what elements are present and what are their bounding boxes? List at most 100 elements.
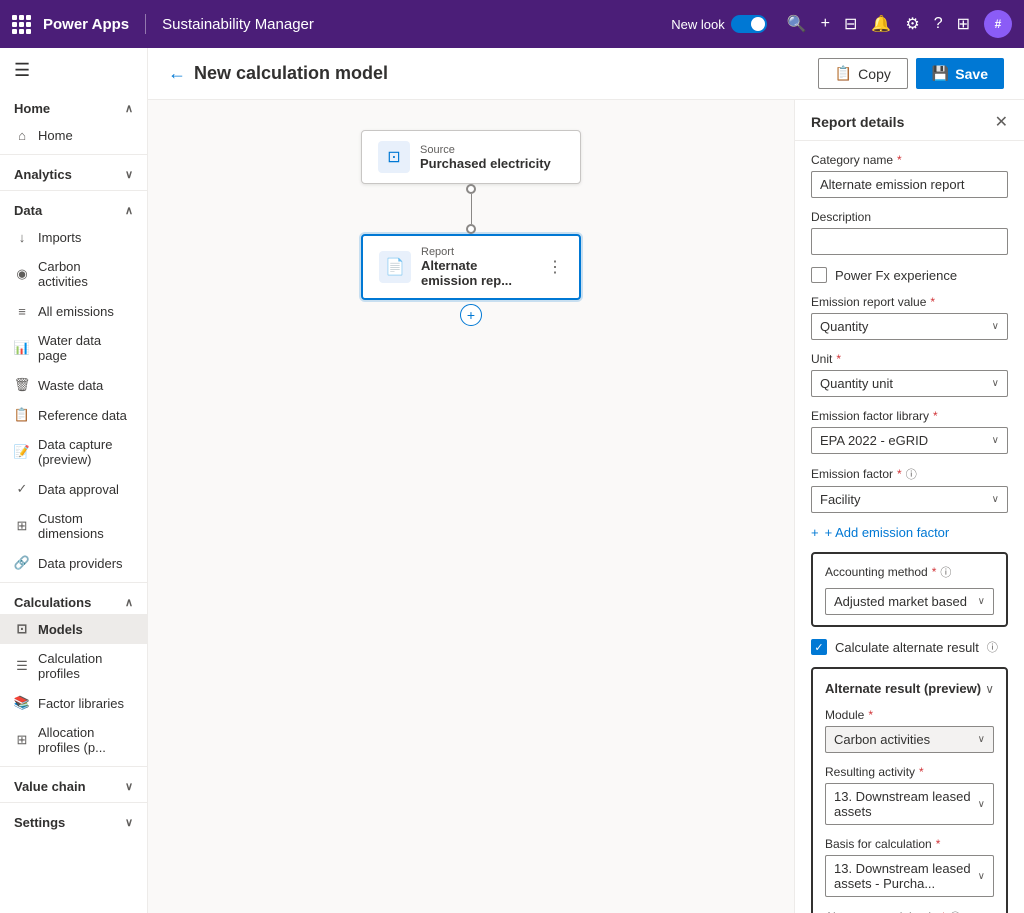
capture-icon: 📝: [14, 444, 30, 460]
description-input[interactable]: [811, 228, 1008, 255]
waste-label: Waste data: [38, 378, 103, 393]
resulting-activity-label: Resulting activity *: [825, 765, 994, 779]
sidebar-item-reference-data[interactable]: 📋 Reference data: [0, 400, 147, 430]
sidebar-item-calc-profiles[interactable]: ☰ Calculation profiles: [0, 644, 147, 688]
sidebar-section-home: Home ∧ ⌂ Home: [0, 93, 147, 150]
all-emissions-label: All emissions: [38, 304, 114, 319]
required-marker-7: *: [868, 708, 873, 722]
sidebar-item-allocation-profiles[interactable]: ⊞ Allocation profiles (p...: [0, 718, 147, 762]
emission-library-select[interactable]: EPA 2022 - eGRID ∨: [811, 427, 1008, 454]
field-resulting-activity: Resulting activity * 13. Downstream leas…: [825, 765, 994, 825]
sidebar-item-factor-libraries[interactable]: 📚 Factor libraries: [0, 688, 147, 718]
required-marker-5: *: [897, 467, 902, 481]
module-chevron-icon: ∨: [978, 734, 985, 745]
sidebar-item-data-providers[interactable]: 🔗 Data providers: [0, 548, 147, 578]
sidebar-item-waste-data[interactable]: 🗑 Waste data: [0, 370, 147, 400]
calc-alternate-row: ✓ Calculate alternate result ⓘ: [811, 639, 1008, 655]
sidebar-item-home[interactable]: ⌂ Home: [0, 120, 147, 150]
power-fx-checkbox[interactable]: [811, 267, 827, 283]
emission-factor-select[interactable]: Facility ∨: [811, 486, 1008, 513]
calc-alternate-checkbox[interactable]: ✓: [811, 639, 827, 655]
accounting-info-icon[interactable]: ⓘ: [940, 564, 951, 580]
sidebar-item-water-data[interactable]: 📊 Water data page: [0, 326, 147, 370]
accounting-method-select[interactable]: Adjusted market based ∨: [825, 588, 994, 615]
emission-factor-info-icon[interactable]: ⓘ: [906, 466, 917, 482]
new-look-label: New look: [671, 17, 724, 32]
emission-report-select[interactable]: Quantity ∨: [811, 313, 1008, 340]
help-icon[interactable]: ?: [934, 15, 943, 33]
settings-icon[interactable]: ⚙: [905, 14, 919, 34]
module-label: Module *: [825, 708, 994, 722]
sidebar-item-data-capture[interactable]: 📝 Data capture (preview): [0, 430, 147, 474]
sidebar-header-calculations[interactable]: Calculations ∧: [0, 587, 147, 614]
panel-close-button[interactable]: ✕: [995, 112, 1008, 132]
emission-report-value: Quantity: [820, 319, 868, 334]
dimensions-icon: ⊞: [14, 518, 30, 534]
filter-icon[interactable]: ⊟: [844, 14, 857, 34]
carbon-icon: ◉: [14, 266, 30, 282]
back-button[interactable]: ←: [168, 63, 186, 84]
sidebar-header-value-chain[interactable]: Value chain ∨: [0, 771, 147, 798]
sidebar-section-data: Data ∧ ↓ Imports ◉ Carbon activities ≡ A…: [0, 195, 147, 578]
emission-factor-chevron-icon: ∨: [992, 494, 999, 505]
sidebar-header-data[interactable]: Data ∧: [0, 195, 147, 222]
home-icon: ⌂: [14, 127, 30, 143]
field-description: Description: [811, 210, 1008, 255]
dimensions-label: Custom dimensions: [38, 511, 133, 541]
resulting-activity-select[interactable]: 13. Downstream leased assets ∨: [825, 783, 994, 825]
flow-dot-top: [466, 184, 476, 194]
unit-select[interactable]: Quantity unit ∨: [811, 370, 1008, 397]
alternate-basis-info-icon[interactable]: ⓘ: [950, 909, 961, 913]
flow-connector-1: [466, 184, 476, 234]
sidebar-item-custom-dimensions[interactable]: ⊞ Custom dimensions: [0, 504, 147, 548]
alternate-result-header: Alternate result (preview) ∨: [825, 681, 994, 696]
search-icon[interactable]: 🔍: [787, 14, 807, 34]
sidebar-hamburger[interactable]: ☰: [0, 48, 147, 93]
required-marker-9: *: [936, 837, 941, 851]
sidebar-header-analytics[interactable]: Analytics ∨: [0, 159, 147, 186]
water-label: Water data page: [38, 333, 133, 363]
sidebar-item-models[interactable]: ⊡ Models: [0, 614, 147, 644]
page-header-left: ← New calculation model: [168, 63, 388, 84]
resulting-activity-chevron-icon: ∨: [978, 799, 985, 810]
module-select[interactable]: Carbon activities ∨: [825, 726, 994, 753]
sidebar-header-home[interactable]: Home ∧: [0, 93, 147, 120]
source-node[interactable]: ⊡ Source Purchased electricity: [361, 130, 581, 184]
sidebar-item-data-approval[interactable]: ✓ Data approval: [0, 474, 147, 504]
add-node-button[interactable]: +: [460, 304, 482, 326]
add-emission-factor-button[interactable]: + + Add emission factor: [811, 525, 1008, 540]
alternate-result-section: Alternate result (preview) ∨ Module * Ca…: [811, 667, 1008, 913]
alternate-result-chevron-icon[interactable]: ∨: [985, 682, 994, 696]
category-name-input[interactable]: [811, 171, 1008, 198]
node-menu-icon[interactable]: ⋮: [547, 257, 563, 277]
report-node[interactable]: 📄 Report Alternate emission rep... ⋮: [361, 234, 581, 300]
add-icon[interactable]: +: [821, 15, 830, 33]
imports-icon: ↓: [14, 229, 30, 245]
flow-dot-bottom: [466, 224, 476, 234]
bell-icon[interactable]: 🔔: [871, 14, 891, 34]
emission-factor-label: Emission factor * ⓘ: [811, 466, 1008, 482]
required-marker-8: *: [919, 765, 924, 779]
grid-apps-icon[interactable]: ⊞: [957, 14, 970, 34]
new-look-toggle[interactable]: New look: [671, 15, 766, 33]
value-chain-label: Value chain: [14, 779, 86, 794]
capture-label: Data capture (preview): [38, 437, 133, 467]
accounting-section: Accounting method * ⓘ Adjusted market ba…: [811, 552, 1008, 627]
module-name: Sustainability Manager: [162, 16, 314, 33]
new-look-switch[interactable]: [731, 15, 767, 33]
sidebar-item-imports[interactable]: ↓ Imports: [0, 222, 147, 252]
calc-alternate-info-icon[interactable]: ⓘ: [987, 639, 998, 655]
panel-header: Report details ✕: [795, 100, 1024, 141]
copy-button[interactable]: 📋 Copy: [818, 58, 908, 89]
sidebar-header-settings[interactable]: Settings ∨: [0, 807, 147, 834]
settings-label: Settings: [14, 815, 65, 830]
avatar[interactable]: #: [984, 10, 1012, 38]
sidebar-section-settings: Settings ∨: [0, 807, 147, 834]
grid-icon[interactable]: [12, 15, 31, 34]
calc-profiles-label: Calculation profiles: [38, 651, 133, 681]
sidebar-item-carbon-activities[interactable]: ◉ Carbon activities: [0, 252, 147, 296]
basis-calculation-select[interactable]: 13. Downstream leased assets - Purcha...…: [825, 855, 994, 897]
save-button[interactable]: 💾 Save: [916, 58, 1004, 89]
sidebar-item-all-emissions[interactable]: ≡ All emissions: [0, 296, 147, 326]
topbar-divider: [145, 14, 146, 34]
